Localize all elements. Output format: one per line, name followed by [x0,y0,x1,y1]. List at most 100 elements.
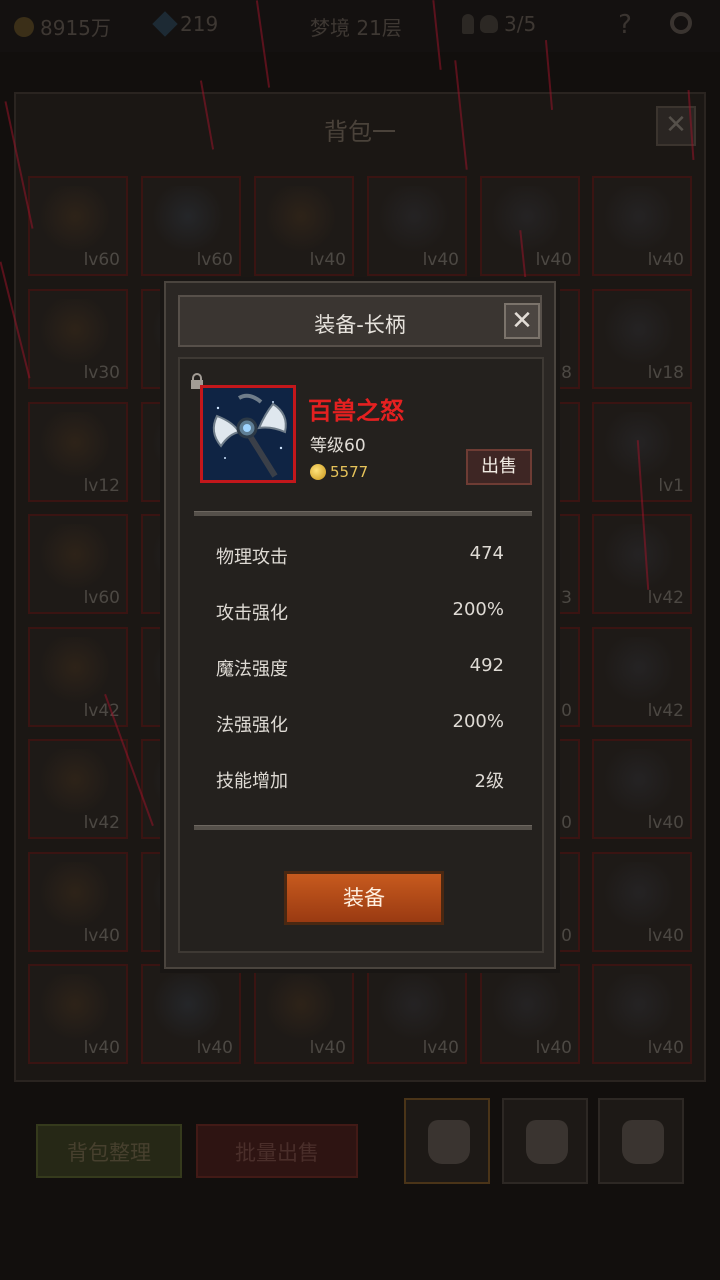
bag-slot[interactable]: lv42 [28,739,128,839]
slot-level: lv42 [83,813,120,833]
dialog-header: 装备-长柄 ✕ [178,295,542,347]
stat-row: 物理攻击 474 [216,543,504,573]
slot-level: lv40 [309,250,346,270]
slot-level: lv40 [647,1038,684,1058]
bag-slot[interactable]: lv40 [592,739,692,839]
stat-label: 攻击强化 [216,603,288,624]
bulk-sell-button[interactable]: 批量出售 [196,1124,358,1178]
bag-title: 背包一 [324,118,396,146]
bag-slot[interactable]: lv40 [480,964,580,1064]
slot-level: lv40 [83,926,120,946]
stat-label: 技能增加 [216,771,288,792]
bag-slot[interactable]: lv40 [592,852,692,952]
bag-slot[interactable]: lv40 [480,176,580,276]
bag-slot[interactable]: lv40 [254,964,354,1064]
bag-slot[interactable]: lv40 [367,176,467,276]
poleaxe-icon [203,388,293,480]
slot-level: 3 [561,588,572,608]
stat-label: 法强强化 [216,715,288,736]
slot-level: 0 [561,926,572,946]
gem-icon [152,11,178,37]
bag-slot[interactable]: lv42 [592,627,692,727]
bag-tab-1[interactable] [404,1098,490,1184]
bag-slot[interactable]: lv18 [592,289,692,389]
slot-level: 0 [561,813,572,833]
slot-level: lv42 [647,588,684,608]
bag-tab-3[interactable] [598,1098,684,1184]
slot-level: lv12 [83,476,120,496]
equipment-icon [604,974,674,1042]
equipment-icon [40,749,110,817]
slot-level: lv40 [647,926,684,946]
gold-coin-icon [310,464,326,480]
backpack-icon [428,1120,470,1164]
slot-level: 8 [561,363,572,383]
dialog-close-button[interactable]: ✕ [504,303,540,339]
bag-slot[interactable]: lv42 [28,627,128,727]
equipment-icon [153,186,223,254]
sell-button[interactable]: 出售 [466,449,532,485]
slot-level: lv40 [196,1038,233,1058]
help-button[interactable]: ? [610,10,640,40]
equipment-icon [604,862,674,930]
stat-value: 200% [452,599,504,620]
slot-level: lv42 [647,701,684,721]
gear-icon [670,12,692,34]
bag-slot[interactable]: lv40 [141,964,241,1064]
slot-level: lv40 [535,250,572,270]
equipment-icon [40,186,110,254]
slot-level: lv60 [83,588,120,608]
item-portrait [200,385,296,483]
stat-value: 492 [469,655,504,676]
stat-value: 474 [469,543,504,564]
equipment-icon [604,186,674,254]
dream-floor: 梦境 21层 [310,12,402,41]
backpack-icon [622,1120,664,1164]
equipment-icon [153,974,223,1042]
bag-slot[interactable]: lv40 [592,176,692,276]
bag-slot[interactable]: lv60 [28,514,128,614]
equipment-icon [604,524,674,592]
stat-value: 200% [452,711,504,732]
bag-slot[interactable]: lv40 [28,964,128,1064]
bag-slot[interactable]: lv60 [28,176,128,276]
item-name: 百兽之怒 [308,397,404,425]
equipment-icon [40,299,110,367]
bag-tab-2[interactable] [502,1098,588,1184]
slot-level: lv40 [647,250,684,270]
stat-label: 物理攻击 [216,547,288,568]
dream-floor-label: 梦境 21层 [310,16,402,40]
equipment-dialog: 装备-长柄 ✕ 百兽之怒 等级60 5577 出售 物理攻击 474 攻击强化 … [160,277,560,973]
bag-slot[interactable]: lv30 [28,289,128,389]
bag-slot[interactable]: lv12 [28,402,128,502]
stat-row: 法强强化 200% [216,711,504,741]
equipment-icon [379,974,449,1042]
equipment-icon [266,974,336,1042]
item-level: 等级60 [310,436,366,456]
bag-slot[interactable]: lv60 [141,176,241,276]
equipment-icon [40,412,110,480]
slot-level: lv40 [535,1038,572,1058]
item-price-value: 5577 [330,463,369,481]
equipment-icon [492,186,562,254]
stat-row: 魔法强度 492 [216,655,504,685]
bag-slot[interactable]: lv40 [254,176,354,276]
bag-slot[interactable]: lv40 [592,964,692,1064]
equip-button[interactable]: 装备 [284,871,444,925]
slot-level: lv40 [309,1038,346,1058]
sort-bag-button[interactable]: 背包整理 [36,1124,182,1178]
key-counter: 3/5 [462,12,536,36]
equipment-icon [379,186,449,254]
equipment-icon [492,974,562,1042]
settings-button[interactable] [666,10,696,40]
stat-label: 魔法强度 [216,659,288,680]
stat-value: 2级 [474,771,504,792]
slot-level: lv30 [83,363,120,383]
skull-icon [480,15,498,33]
equipment-icon [40,524,110,592]
slot-level: lv40 [422,250,459,270]
slot-level: 0 [561,701,572,721]
bag-slot[interactable]: lv40 [367,964,467,1064]
bag-slot[interactable]: lv40 [28,852,128,952]
item-price: 5577 [310,463,368,481]
